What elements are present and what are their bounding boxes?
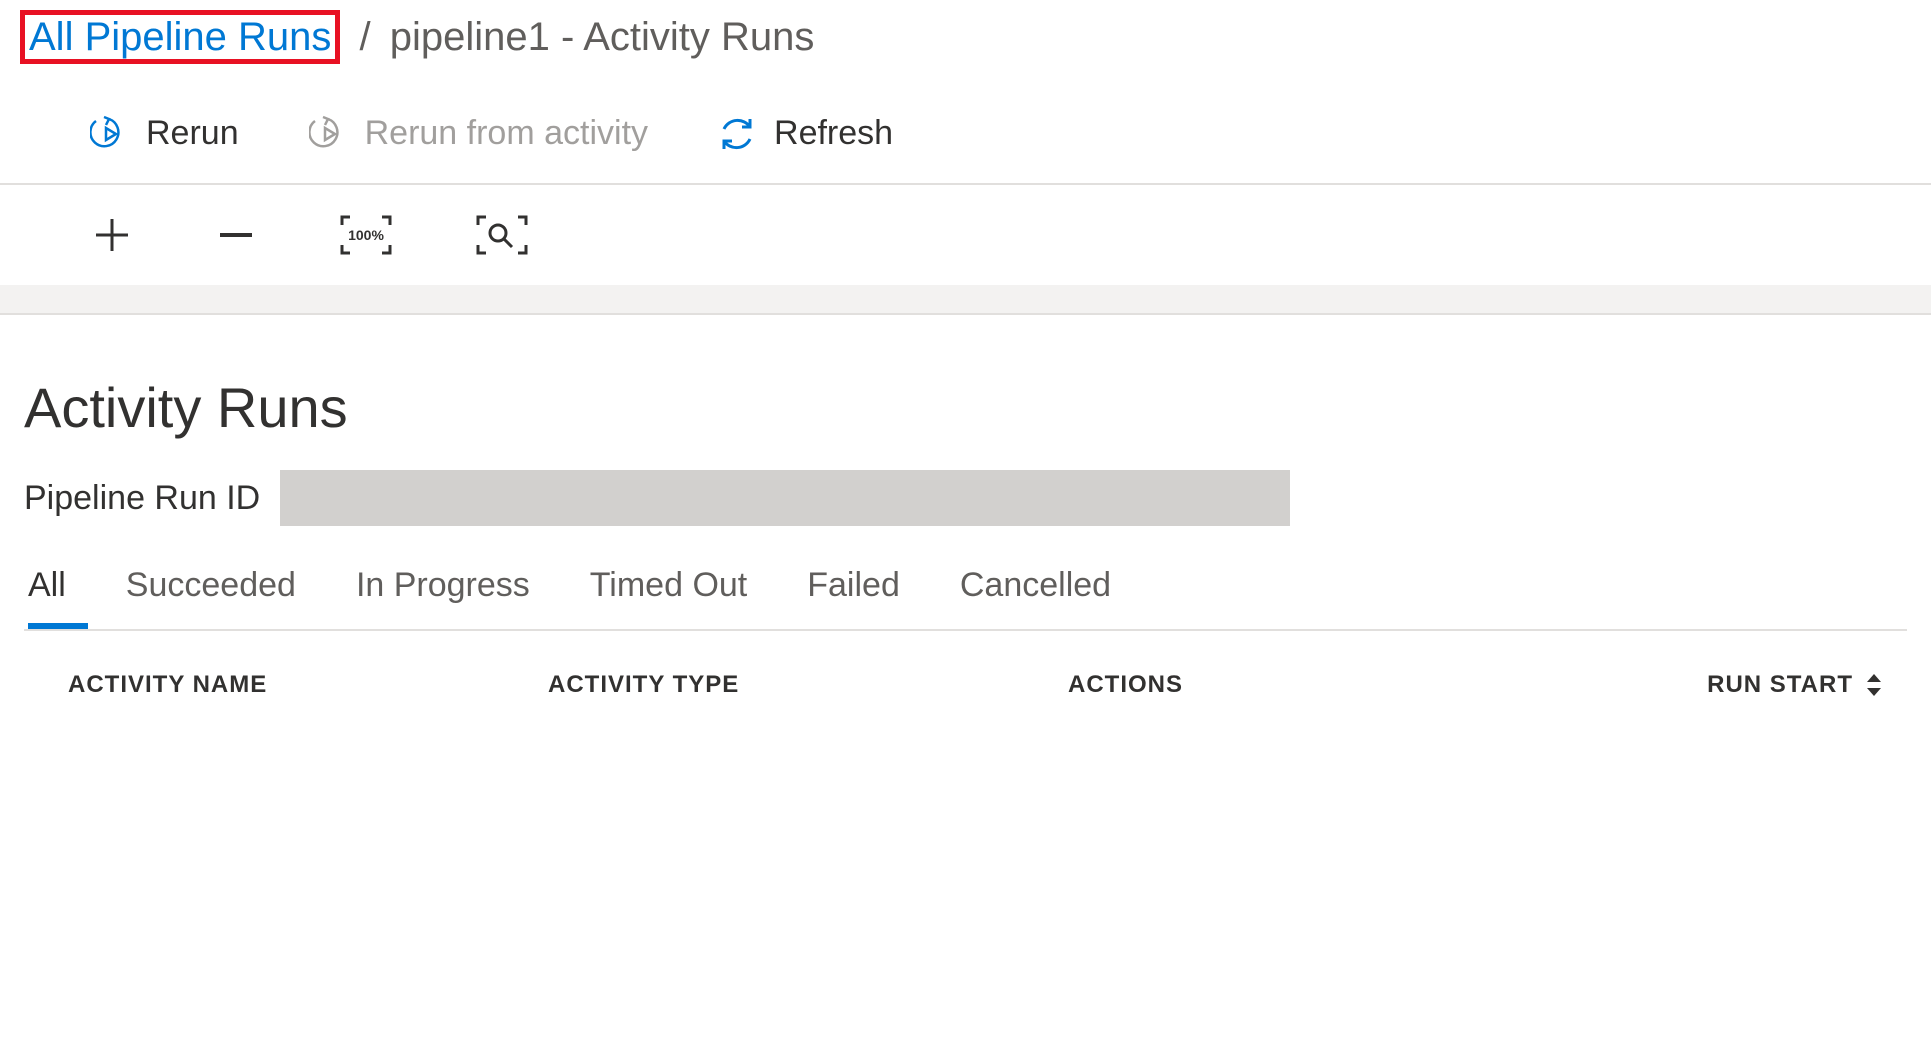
zoom-toolbar: 100% [0, 185, 1931, 285]
pipeline-run-id-label: Pipeline Run ID [24, 479, 260, 518]
refresh-icon [718, 115, 756, 153]
status-tab-timed-out[interactable]: Timed Out [590, 566, 747, 615]
col-run-start[interactable]: RUN START [1628, 671, 1883, 699]
breadcrumb: All Pipeline Runs / pipeline1 - Activity… [0, 0, 1931, 84]
zoom-out-button[interactable] [214, 213, 258, 257]
sort-icon [1865, 672, 1883, 698]
col-activity-type[interactable]: ACTIVITY TYPE [548, 671, 1068, 699]
zoom-in-button[interactable] [90, 213, 134, 257]
rerun-label: Rerun [146, 114, 239, 153]
activity-table-header: ACTIVITY NAME ACTIVITY TYPE ACTIONS RUN … [24, 631, 1907, 719]
breadcrumb-link-all-pipeline-runs[interactable]: All Pipeline Runs [20, 10, 340, 64]
breadcrumb-separator: / [360, 15, 371, 59]
pipeline-run-id-value [280, 470, 1290, 526]
breadcrumb-current: pipeline1 - Activity Runs [390, 15, 815, 59]
zoom-toolbar-wrap: 100% [0, 185, 1931, 315]
status-tab-all[interactable]: All [28, 566, 66, 615]
status-tab-in-progress[interactable]: In Progress [356, 566, 530, 615]
rerun-from-activity-label: Rerun from activity [365, 114, 648, 153]
zoom-fit-label: 100% [348, 227, 384, 243]
rerun-from-activity-button: Rerun from activity [309, 114, 648, 153]
rerun-icon [90, 115, 128, 153]
rerun-from-activity-icon [309, 115, 347, 153]
pipeline-run-id-row: Pipeline Run ID [24, 470, 1907, 526]
activity-runs-heading: Activity Runs [24, 375, 1907, 440]
command-bar: Rerun Rerun from activity Refresh [0, 84, 1931, 185]
refresh-button[interactable]: Refresh [718, 114, 893, 153]
status-tab-failed[interactable]: Failed [807, 566, 900, 615]
refresh-label: Refresh [774, 114, 893, 153]
activity-runs-section: Activity Runs Pipeline Run ID All Succee… [0, 315, 1931, 719]
status-tab-succeeded[interactable]: Succeeded [126, 566, 296, 615]
status-tabs: All Succeeded In Progress Timed Out Fail… [24, 566, 1907, 631]
canvas-placeholder [0, 285, 1931, 313]
col-actions[interactable]: ACTIONS [1068, 671, 1628, 699]
col-activity-name[interactable]: ACTIVITY NAME [68, 671, 548, 699]
rerun-button[interactable]: Rerun [90, 114, 239, 153]
col-run-start-label: RUN START [1707, 671, 1853, 699]
status-tab-cancelled[interactable]: Cancelled [960, 566, 1111, 615]
zoom-reset-button[interactable]: 100% [338, 213, 394, 257]
zoom-fit-button[interactable] [474, 213, 530, 257]
